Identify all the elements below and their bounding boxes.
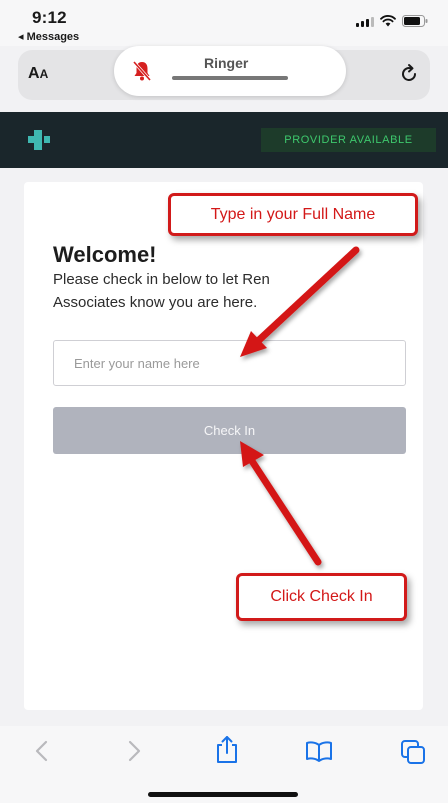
home-indicator <box>148 792 298 797</box>
tabs-icon[interactable] <box>400 739 426 765</box>
annotation-click-check-in: Click Check In <box>236 573 407 621</box>
annotation-type-name: Type in your Full Name <box>168 193 418 236</box>
arrow-to-name-field <box>240 246 360 357</box>
chevron-left-icon[interactable] <box>32 738 52 764</box>
chevron-right-icon[interactable] <box>124 738 144 764</box>
book-icon[interactable] <box>305 740 333 762</box>
share-icon[interactable] <box>215 734 239 764</box>
arrow-to-check-in <box>240 441 322 566</box>
annotation-arrows <box>240 246 360 566</box>
